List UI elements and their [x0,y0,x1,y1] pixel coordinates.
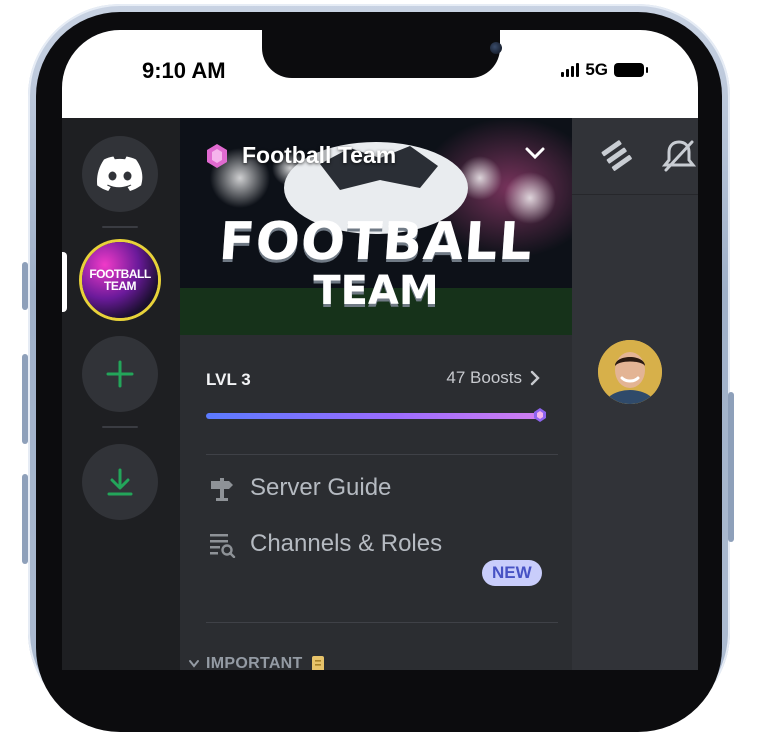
network-type: 5G [585,60,608,79]
home-button[interactable] [82,136,158,212]
volume-up-button [22,354,28,444]
chevron-down-icon[interactable] [524,146,546,160]
channel-panel: Football Team FOOTBALL TEAM LVL 3 47 Boo… [180,118,572,670]
member-panel [572,118,698,670]
member-panel-header [572,118,698,195]
server-icon-football-team[interactable]: FOOTBALL TEAM [82,242,158,318]
chevron-down-icon [189,660,199,668]
server-header: Football Team [204,142,396,169]
boost-gem-icon [534,408,546,422]
download-icon [107,468,133,496]
channels-roles-label: Channels & Roles [250,530,443,557]
notifications-muted-icon[interactable] [660,138,698,174]
battery-icon [614,63,648,77]
server-guide-label: Server Guide [250,474,392,501]
signal-icon [561,63,580,77]
status-time: 9:10 AM [142,58,226,83]
signpost-icon [211,478,233,501]
rail-divider [102,226,138,228]
channels-roles-item[interactable]: Channels & Roles [208,530,442,558]
scroll-icon [311,656,324,670]
mute-switch [22,262,28,310]
chevron-right-icon [530,370,540,386]
discord-icon [97,156,143,191]
threads-icon[interactable] [598,138,636,174]
add-server-button[interactable] [82,336,158,412]
banner-title-line2: TEAM [313,268,439,314]
power-button [728,392,734,542]
rail-divider [102,426,138,428]
new-badge: NEW [482,560,542,586]
boost-progress-bar [206,408,546,422]
banner-title-line1: FOOTBALL [217,212,535,272]
server-banner[interactable]: Football Team FOOTBALL TEAM [180,118,572,335]
server-name: Football Team [242,142,397,168]
boost-count-link[interactable]: 47 Boosts [446,368,540,388]
server-guide-item[interactable]: Server Guide [208,474,391,502]
boost-count: 47 Boosts [446,368,522,387]
volume-down-button [22,474,28,564]
plus-icon [106,360,134,388]
phone-screen: 9:10 AM 5G FOOTBALL TEAM Football Team F… [62,30,698,670]
status-indicators: 5G [561,60,648,80]
server-icon-label-2: TEAM [104,279,137,293]
panel-divider [206,454,558,455]
avatar-portrait [598,340,662,404]
boost-level: LVL 3 [206,370,251,389]
download-apps-button[interactable] [82,444,158,520]
panel-divider [206,622,558,623]
category-label: IMPORTANT [206,655,303,670]
channel-browse-icon [210,534,236,558]
category-important[interactable]: IMPORTANT [188,654,327,670]
boost-gem-icon [207,143,227,168]
boost-progress-fill [206,413,544,419]
member-avatar[interactable] [598,340,662,404]
server-rail: FOOTBALL TEAM [62,118,180,670]
front-camera [490,42,502,54]
selected-server-indicator [62,252,67,312]
status-bar: 9:10 AM 5G [62,30,698,118]
notch [262,30,502,78]
